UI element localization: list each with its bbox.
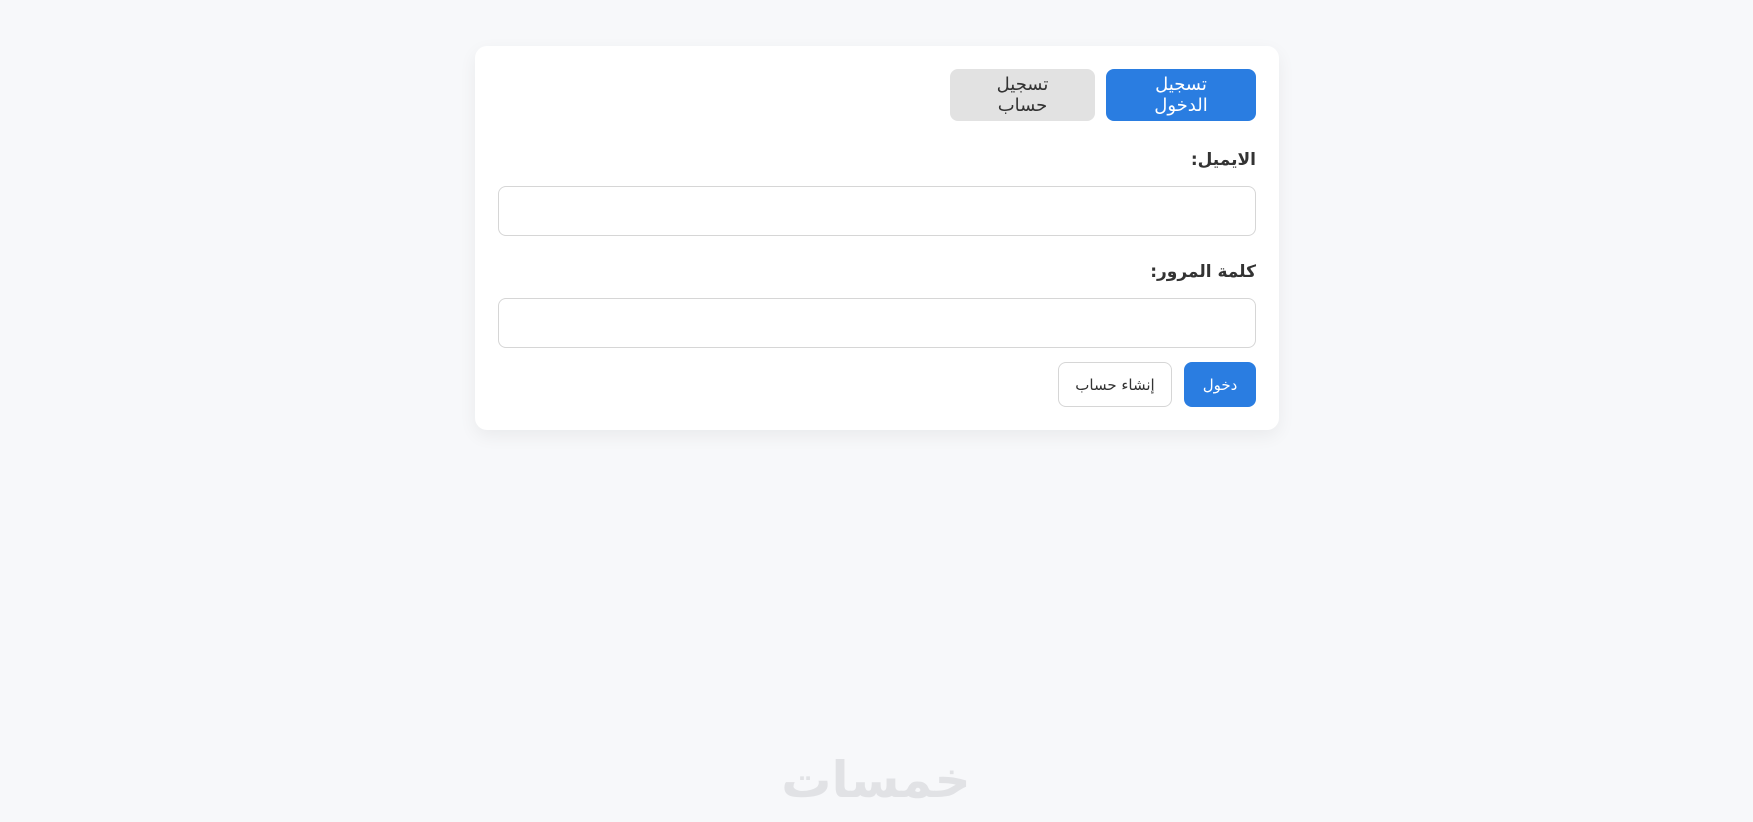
login-card: تسجيل الدخول تسجيل حساب الايميل: كلمة ال… — [475, 46, 1279, 430]
password-field[interactable] — [498, 298, 1256, 348]
create-account-button[interactable]: إنشاء حساب — [1058, 362, 1172, 407]
form-actions: دخول إنشاء حساب — [498, 362, 1256, 407]
password-label: كلمة المرور: — [1150, 262, 1256, 282]
auth-tabs: تسجيل الدخول تسجيل حساب — [498, 69, 1256, 121]
email-field[interactable] — [498, 186, 1256, 236]
tab-register[interactable]: تسجيل حساب — [950, 69, 1095, 121]
login-submit-button[interactable]: دخول — [1184, 362, 1256, 407]
email-label: الايميل: — [1190, 150, 1256, 170]
tab-login[interactable]: تسجيل الدخول — [1106, 69, 1256, 121]
khamsat-logo-watermark: خمسات — [781, 751, 971, 809]
